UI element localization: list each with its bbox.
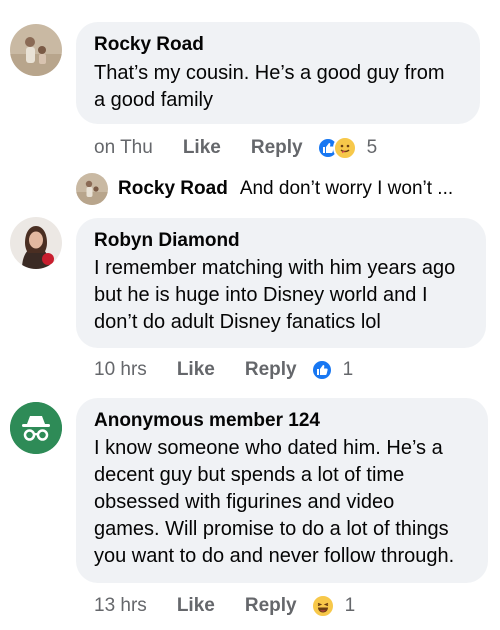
comment-text-line: a good family [94,89,213,111]
comment-text-line: games. Will promise to do a lot of thing… [94,518,449,540]
comment-text-line: decent guy but spends a lot of time [94,464,405,486]
anonymous-icon [10,402,62,454]
reaction-count: 5 [366,137,378,158]
comment-bubble: Rocky Road That’s my cousin. He’s a good… [76,22,480,124]
reply-author[interactable]: Rocky Road [118,178,228,200]
reply-button[interactable]: Reply [245,595,297,617]
like-button[interactable]: Like [177,359,215,381]
comment-text-line: I know someone who dated him. He’s a [94,437,443,459]
like-icon [310,359,333,381]
reactions-summary[interactable]: 5 [316,136,378,160]
avatar[interactable] [10,217,62,269]
reply-text: And don’t worry I won’t ... [239,178,454,199]
reactions-summary[interactable]: 1 [310,359,354,381]
reaction-count: 1 [344,595,356,616]
comment-timestamp[interactable]: on Thu [94,137,153,159]
reaction-count: 1 [342,359,354,380]
comment-author[interactable]: Robyn Diamond [94,229,470,253]
avatar[interactable] [10,402,62,454]
comment-timestamp[interactable]: 13 hrs [94,595,147,617]
comment-text-line: That’s my cousin. He’s a good guy from [94,62,445,84]
comment-text-line: don’t do adult Disney fanatics lol [94,311,381,333]
comment-bubble: Anonymous member 124 I know someone who … [76,398,488,583]
comment-text-line: you want to do and never follow through. [94,545,455,567]
reply-button[interactable]: Reply [245,359,297,381]
reply-preview[interactable]: Rocky Road And don’t worry I won’t ... [76,173,453,205]
like-button[interactable]: Like [183,137,221,159]
avatar[interactable] [10,24,62,76]
comment-actions: 13 hrs Like Reply 1 [94,594,355,618]
comment-text-line: I remember matching with him years ago [94,257,456,279]
care-icon [332,136,357,160]
comment-text-line: but he is huge into Disney world and I [94,284,428,306]
reactions-summary[interactable]: 1 [310,594,356,618]
comment-author[interactable]: Anonymous member 124 [94,409,472,433]
reply-avatar[interactable] [76,173,108,205]
reply-button[interactable]: Reply [251,137,303,159]
like-button[interactable]: Like [177,595,215,617]
comment-text-line: obsessed with figurines and video [94,491,395,513]
haha-icon [310,594,335,618]
comment-author[interactable]: Rocky Road [94,33,464,57]
comment-actions: 10 hrs Like Reply 1 [94,359,353,381]
comment-timestamp[interactable]: 10 hrs [94,359,147,381]
comment-actions: on Thu Like Reply 5 [94,136,377,160]
comment-bubble: Robyn Diamond I remember matching with h… [76,218,486,348]
